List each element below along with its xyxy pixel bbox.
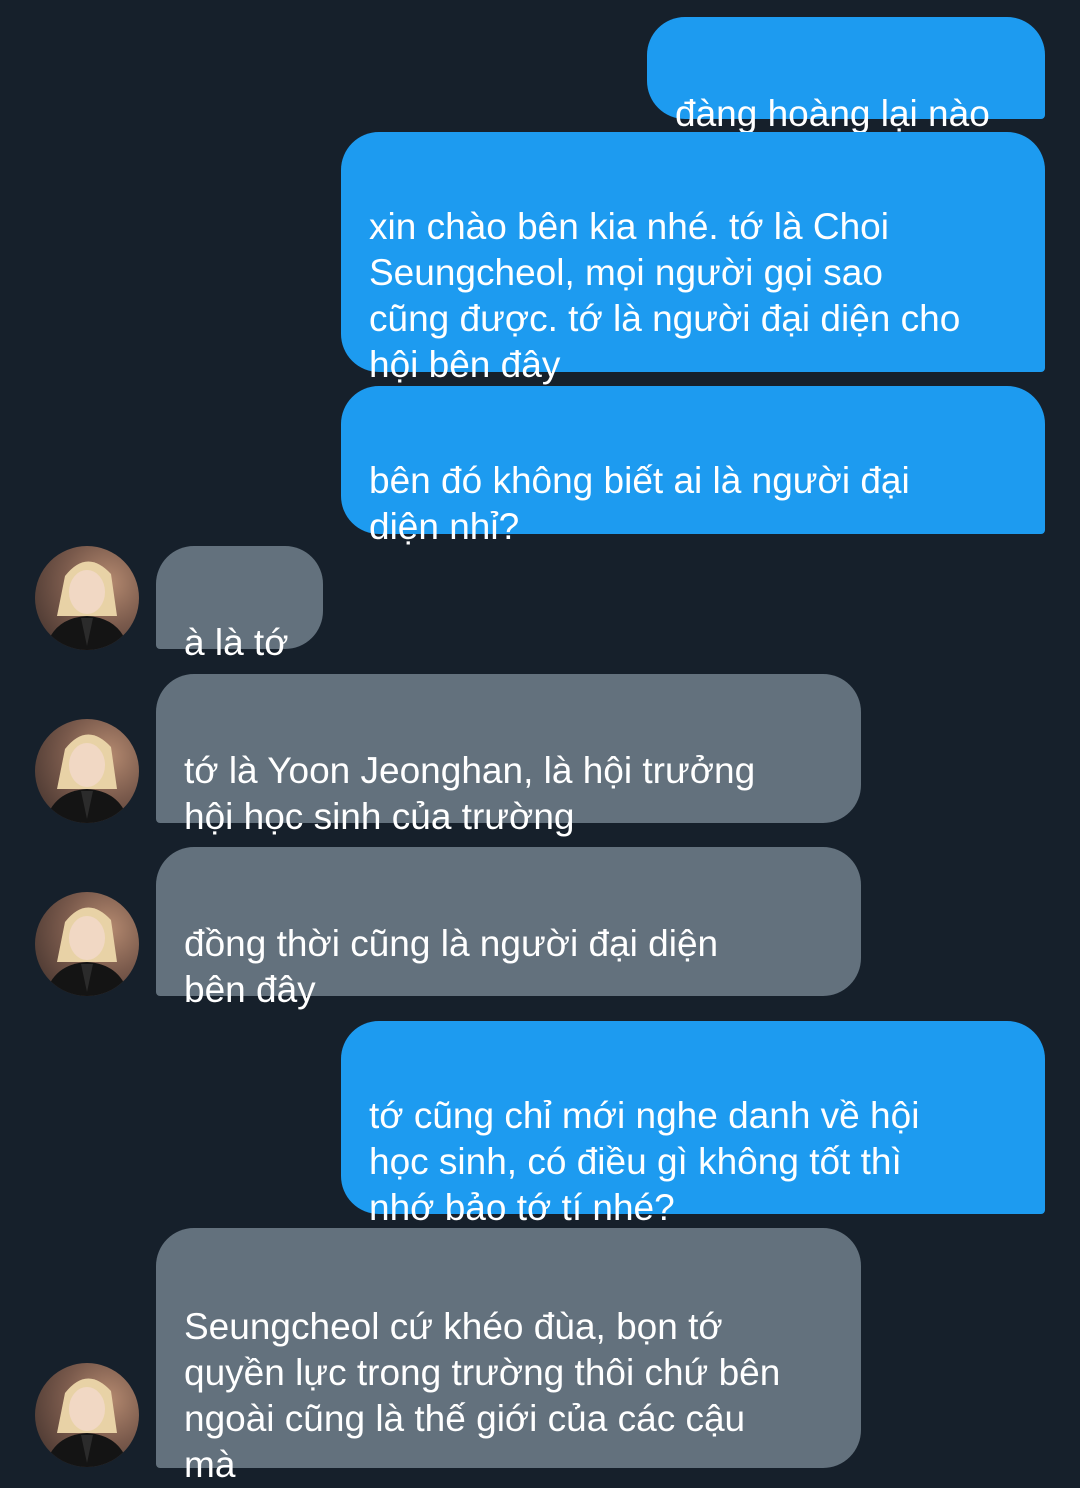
contact-avatar[interactable] — [35, 719, 139, 823]
message-bubble-sent[interactable]: tớ cũng chỉ mới nghe danh về hội học sin… — [341, 1021, 1045, 1228]
message-bubble-received[interactable]: à là tớ — [156, 546, 323, 663]
message-text: à là tớ — [184, 622, 289, 663]
message-text: tớ là Yoon Jeonghan, là hội trưởng hội h… — [184, 750, 756, 837]
message-text: tớ cũng chỉ mới nghe danh về hội học sin… — [369, 1095, 920, 1228]
contact-avatar[interactable] — [35, 1363, 139, 1467]
message-bubble-received[interactable]: Seungcheol cứ khéo đùa, bọn tớ quyền lực… — [156, 1228, 861, 1485]
contact-avatar[interactable] — [35, 892, 139, 996]
message-text: Seungcheol cứ khéo đùa, bọn tớ quyền lực… — [184, 1306, 781, 1485]
profile-photo-icon — [45, 907, 129, 996]
message-bubble-sent[interactable]: bên đó không biết ai là người đại diện n… — [341, 386, 1045, 547]
profile-photo-icon — [45, 1378, 129, 1467]
contact-avatar[interactable] — [35, 546, 139, 650]
message-text: bên đó không biết ai là người đại diện n… — [369, 460, 910, 547]
message-text: đàng hoàng lại nào — [675, 93, 990, 134]
message-text: đồng thời cũng là người đại diện bên đây — [184, 923, 719, 1010]
profile-photo-icon — [45, 561, 129, 650]
message-bubble-received[interactable]: đồng thời cũng là người đại diện bên đây — [156, 847, 861, 1010]
message-text: xin chào bên kia nhé. tớ là Choi Seungch… — [369, 206, 961, 385]
profile-photo-icon — [45, 734, 129, 823]
message-bubble-received[interactable]: tớ là Yoon Jeonghan, là hội trưởng hội h… — [156, 674, 861, 837]
message-bubble-sent[interactable]: đàng hoàng lại nào — [647, 17, 1045, 134]
message-bubble-sent[interactable]: xin chào bên kia nhé. tớ là Choi Seungch… — [341, 132, 1045, 385]
